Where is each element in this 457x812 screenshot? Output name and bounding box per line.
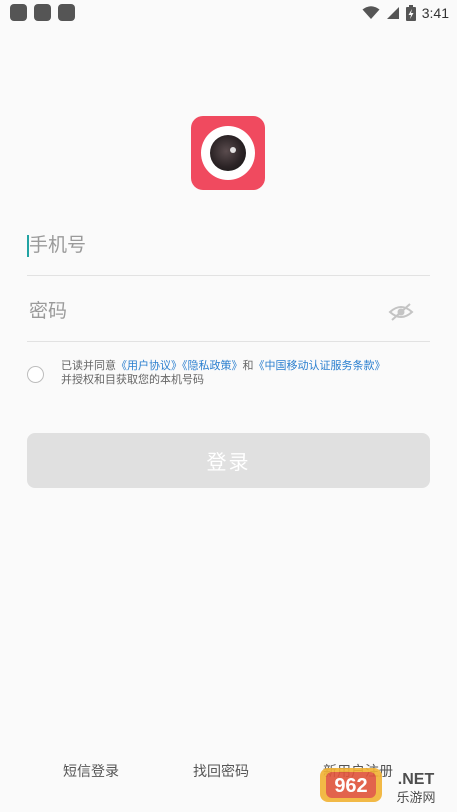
battery-charging-icon: [405, 5, 416, 21]
eye-off-icon[interactable]: [388, 302, 414, 322]
text-caret: [27, 235, 29, 257]
password-input[interactable]: [27, 282, 387, 340]
site-watermark-logo: 962 .NET 乐游网: [320, 768, 436, 806]
agreement-prefix: 已读并同意: [61, 359, 116, 372]
sms-login-link[interactable]: 短信登录: [63, 761, 119, 781]
agreement-conjunction: 和: [242, 359, 254, 372]
app-logo: [191, 116, 265, 190]
svg-text:962: 962: [334, 775, 367, 797]
user-agreement-link[interactable]: 《用户协议》: [116, 359, 182, 372]
svg-text:乐游网: 乐游网: [396, 791, 435, 806]
signal-icon: [386, 7, 399, 19]
notification-icon: [58, 4, 75, 21]
notification-icon: [34, 4, 51, 21]
login-button[interactable]: 登录: [27, 433, 430, 488]
status-bar: 3:41: [0, 0, 457, 26]
agreement-text: 已读并同意《用户协议》《隐私政策》和《中国移动认证服务条款》并授权和目获取您的本…: [61, 359, 433, 387]
phone-field: [27, 216, 430, 276]
camera-lens-icon: [201, 126, 255, 180]
status-indicators: 3:41: [362, 3, 449, 23]
agreement-suffix: 并授权和目获取您的本机号码: [61, 373, 204, 386]
cmcc-terms-link[interactable]: 《中国移动认证服务条款》: [254, 359, 386, 372]
privacy-policy-link[interactable]: 《隐私政策》: [182, 359, 243, 372]
agreement-checkbox[interactable]: [27, 366, 44, 383]
notification-icon: [10, 4, 27, 21]
recover-password-link[interactable]: 找回密码: [193, 761, 249, 781]
clock: 3:41: [421, 5, 449, 21]
wifi-icon: [362, 6, 380, 19]
phone-input[interactable]: [27, 216, 387, 274]
agreement-row: 已读并同意《用户协议》《隐私政策》和《中国移动认证服务条款》并授权和目获取您的本…: [27, 358, 430, 394]
svg-text:.NET: .NET: [398, 771, 435, 788]
password-field: [27, 282, 430, 342]
